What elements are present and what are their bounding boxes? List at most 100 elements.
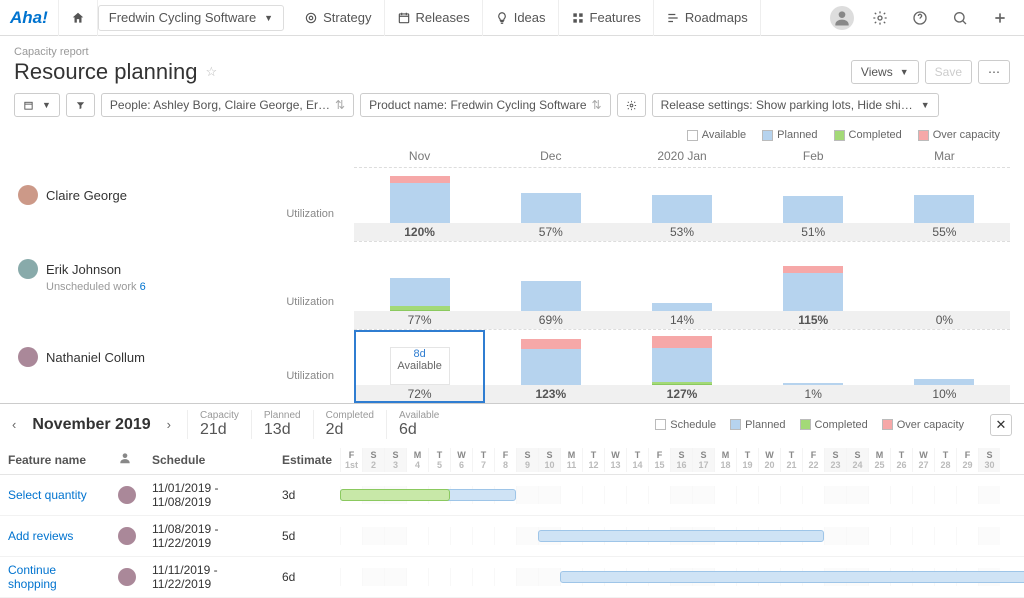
task-row: Add reviews11/08/2019 - 11/22/20195d bbox=[0, 516, 1024, 557]
more-button[interactable]: ⋯ bbox=[978, 60, 1010, 84]
utilization-value: 10% bbox=[879, 385, 1010, 403]
user-avatar[interactable] bbox=[830, 6, 854, 30]
product-filter[interactable]: Product name: Fredwin Cycling Software⇅ bbox=[360, 93, 611, 117]
day-header: F8 bbox=[494, 448, 516, 472]
task-table: Feature nameScheduleEstimateF1stS2S3M4T5… bbox=[0, 445, 1024, 598]
favorite-icon[interactable]: ☆ bbox=[205, 64, 217, 80]
metric: Completed2d bbox=[313, 410, 386, 439]
column-header bbox=[110, 445, 144, 475]
search-button[interactable] bbox=[946, 4, 974, 32]
nav-strategy[interactable]: Strategy bbox=[292, 0, 384, 36]
breadcrumb: Capacity report bbox=[14, 46, 1010, 58]
capacity-cell[interactable]: 115% bbox=[748, 242, 879, 311]
utilization-value: 69% bbox=[485, 311, 616, 329]
capacity-cell[interactable]: 127% bbox=[616, 330, 747, 385]
people-filter[interactable]: People: Ashley Borg, Claire George, Er…⇅ bbox=[101, 93, 354, 117]
filter-bar: ▼ People: Ashley Borg, Claire George, Er… bbox=[0, 89, 1024, 127]
day-header: S2 bbox=[362, 448, 384, 472]
utilization-value: 123% bbox=[485, 385, 616, 403]
home-button[interactable] bbox=[58, 0, 98, 36]
day-header: T12 bbox=[582, 448, 604, 472]
release-settings-gear[interactable] bbox=[617, 93, 646, 117]
capacity-cell[interactable]: 77% bbox=[354, 242, 485, 311]
utilization-value: 120% bbox=[354, 223, 485, 241]
capacity-cell[interactable]: 51% bbox=[748, 168, 879, 223]
task-link[interactable]: Select quantity bbox=[8, 488, 87, 502]
task-link[interactable]: Add reviews bbox=[8, 529, 73, 543]
settings-button[interactable] bbox=[866, 4, 894, 32]
metric: Capacity21d bbox=[187, 410, 251, 439]
prev-month-button[interactable]: ‹ bbox=[12, 417, 16, 432]
date-filter[interactable]: ▼ bbox=[14, 93, 60, 117]
utilization-value: 55% bbox=[879, 223, 1010, 241]
search-icon bbox=[952, 10, 968, 26]
metric: Available6d bbox=[386, 410, 451, 439]
day-header: F1st bbox=[340, 448, 362, 472]
capacity-cell[interactable]: 53% bbox=[616, 168, 747, 223]
day-header: T28 bbox=[934, 448, 956, 472]
utilization-value: 77% bbox=[354, 311, 485, 329]
day-header: S24 bbox=[846, 448, 868, 472]
utilization-value: 1% bbox=[748, 385, 879, 403]
person-name: Nathaniel Collum bbox=[46, 350, 145, 365]
avatar bbox=[18, 185, 38, 205]
month-label: Nov bbox=[354, 145, 485, 167]
views-button[interactable]: Views▼ bbox=[851, 60, 919, 84]
next-month-button[interactable]: › bbox=[167, 417, 171, 432]
page-header: Capacity report Resource planning ☆ View… bbox=[0, 36, 1024, 89]
day-header: S10 bbox=[538, 448, 560, 472]
task-row: Continue shopping 11/11/2019 - 11/22/2019… bbox=[0, 557, 1024, 598]
release-filter[interactable]: Release settings: Show parking lots, Hid… bbox=[652, 93, 939, 117]
detail-month: November 2019 bbox=[32, 416, 150, 434]
task-estimate: 5d bbox=[274, 516, 340, 557]
day-header: S3 bbox=[384, 448, 406, 472]
day-header: W27 bbox=[912, 448, 934, 472]
capacity-cell[interactable]: 55% bbox=[879, 168, 1010, 223]
capacity-cell[interactable]: 57% bbox=[485, 168, 616, 223]
filter-toggle[interactable] bbox=[66, 93, 95, 117]
grid-icon bbox=[571, 11, 585, 25]
add-button[interactable] bbox=[986, 4, 1014, 32]
task-estimate: 3d bbox=[274, 475, 340, 516]
day-header: T14 bbox=[626, 448, 648, 472]
help-icon bbox=[912, 10, 928, 26]
metric: Planned13d bbox=[251, 410, 313, 439]
task-schedule: 11/11/2019 - 11/22/2019 bbox=[144, 557, 274, 598]
utilization-value: 57% bbox=[485, 223, 616, 241]
nav-ideas[interactable]: Ideas bbox=[483, 0, 559, 36]
month-label: 2020 Jan bbox=[616, 145, 747, 167]
target-icon bbox=[304, 11, 318, 25]
task-link[interactable]: Continue shopping bbox=[8, 563, 57, 591]
column-header: Schedule bbox=[144, 445, 274, 475]
capacity-cell[interactable]: 1% bbox=[748, 330, 879, 385]
nav-releases[interactable]: Releases bbox=[385, 0, 483, 36]
nav-roadmaps[interactable]: Roadmaps bbox=[654, 0, 761, 36]
day-header: F22 bbox=[802, 448, 824, 472]
capacity-cell[interactable]: 10% bbox=[879, 330, 1010, 385]
save-button[interactable]: Save bbox=[925, 60, 972, 84]
utilization-value: 51% bbox=[748, 223, 879, 241]
day-header: M11 bbox=[560, 448, 582, 472]
utilization-value: 14% bbox=[616, 311, 747, 329]
utilization-label: Utilization bbox=[18, 293, 344, 311]
avatar bbox=[18, 347, 38, 367]
nav-features[interactable]: Features bbox=[559, 0, 654, 36]
capacity-cell[interactable]: 14% bbox=[616, 242, 747, 311]
day-header: F15 bbox=[648, 448, 670, 472]
gantt-bar[interactable] bbox=[538, 530, 824, 542]
capacity-cell[interactable]: 72%8dAvailable bbox=[354, 330, 485, 385]
capacity-cell[interactable]: 120% bbox=[354, 168, 485, 223]
product-selector[interactable]: Fredwin Cycling Software▼ bbox=[98, 5, 284, 31]
help-button[interactable] bbox=[906, 4, 934, 32]
close-detail-button[interactable]: ✕ bbox=[990, 414, 1012, 436]
unscheduled-link[interactable]: 6 bbox=[140, 281, 146, 293]
day-header: S16 bbox=[670, 448, 692, 472]
calendar-icon bbox=[23, 100, 34, 111]
day-header: M4 bbox=[406, 448, 428, 472]
capacity-cell[interactable]: 0% bbox=[879, 242, 1010, 311]
capacity-cell[interactable]: 123% bbox=[485, 330, 616, 385]
gantt-bar-completed bbox=[340, 489, 450, 501]
capacity-cell[interactable]: 69% bbox=[485, 242, 616, 311]
month-label: Feb bbox=[748, 145, 879, 167]
utilization-label: Utilization bbox=[18, 205, 344, 223]
